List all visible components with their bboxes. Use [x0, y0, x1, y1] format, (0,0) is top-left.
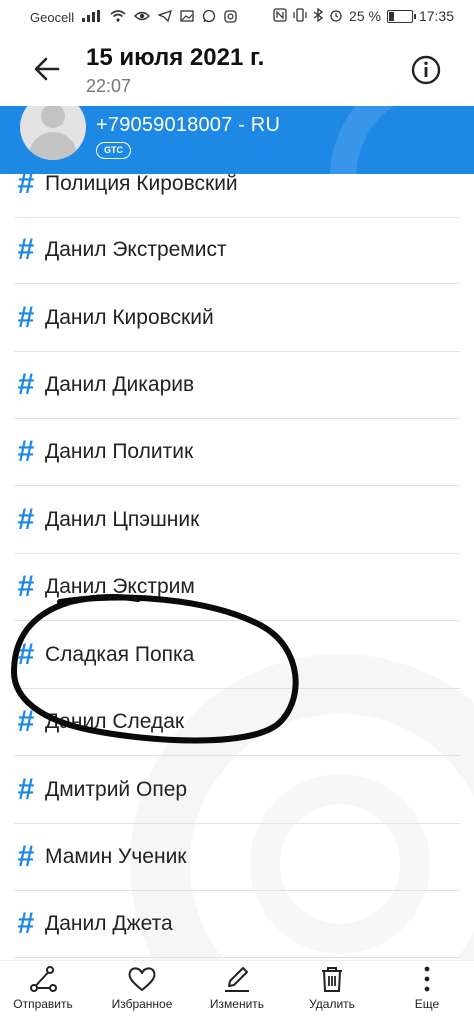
list-item-label: Дмитрий Опер [45, 777, 188, 801]
nfc-icon [273, 8, 287, 24]
list-item-label: Мамин Ученик [45, 844, 187, 868]
battery-icon [386, 9, 416, 23]
watermark-logo [330, 106, 474, 174]
battery-percent: 25 % [349, 8, 381, 24]
hash-icon: # [17, 569, 35, 603]
bluetooth-icon [313, 7, 324, 24]
tag-list: # Полиция Кировский # Данил Экстремист #… [0, 174, 474, 960]
info-circle-icon [411, 55, 441, 85]
gallery-icon [180, 10, 194, 24]
info-button[interactable] [410, 54, 442, 86]
heart-icon [128, 967, 156, 991]
list-item[interactable]: # Мамин Ученик [14, 823, 460, 891]
favorite-button[interactable]: Избранное [97, 961, 187, 1027]
list-item-label: Данил Политик [45, 439, 194, 463]
list-item[interactable]: # Данил Экстрим [14, 553, 460, 621]
delete-button[interactable]: Удалить [287, 961, 377, 1027]
share-icon [30, 966, 57, 992]
list-item-label: Полиция Кировский [45, 174, 238, 195]
eye-icon [134, 10, 151, 24]
bottom-action-bar: Отправить Избранное Изменить Удалить Еще [0, 960, 474, 1027]
favorite-label: Избранное [111, 997, 173, 1011]
hash-icon: # [17, 839, 35, 873]
hash-icon: # [17, 434, 35, 468]
list-item-label: Данил Следак [45, 709, 185, 733]
arrow-left-icon [34, 57, 60, 81]
more-vertical-icon [424, 966, 430, 992]
send-button[interactable]: Отправить [0, 961, 88, 1027]
hash-icon: # [17, 772, 35, 806]
delete-label: Удалить [309, 997, 355, 1011]
send-label: Отправить [13, 997, 73, 1011]
wifi-icon [110, 10, 126, 24]
contact-banner: +79059018007 - RU GTC [0, 106, 474, 174]
clock: 17:35 [418, 8, 454, 24]
more-button[interactable]: Еще [382, 961, 472, 1027]
page-title: 15 июля 2021 г. [86, 44, 265, 71]
hash-icon: # [17, 367, 35, 401]
pencil-icon [225, 967, 249, 992]
hash-icon: # [17, 704, 35, 738]
list-item-label: Данил Цпэшник [45, 507, 200, 531]
telegram-icon [157, 9, 173, 24]
hash-icon: # [17, 232, 35, 266]
back-button[interactable] [30, 52, 64, 86]
avatar[interactable] [20, 106, 86, 160]
instagram-icon [224, 9, 237, 25]
list-item[interactable]: # Полиция Кировский [14, 174, 460, 218]
list-item-label: Данил Дикарив [45, 372, 195, 396]
list-item-label: Данил Джета [45, 911, 173, 935]
more-label: Еще [414, 997, 440, 1011]
list-item[interactable]: # Сладкая Попка [14, 621, 460, 689]
list-item-label: Данил Экстрим [45, 574, 195, 598]
list-item-label: Сладкая Попка [45, 642, 195, 666]
hash-icon: # [17, 637, 35, 671]
signal-icon [82, 10, 102, 24]
list-item[interactable]: # Данил Экстремист [14, 216, 460, 284]
trash-icon [322, 967, 342, 992]
list-item[interactable]: # Дмитрий Опер [14, 756, 460, 824]
status-bar: Geocell 25 % 17:35 [0, 0, 474, 34]
operator-badge: GTC [96, 142, 131, 159]
edit-label: Изменить [209, 997, 265, 1011]
contact-phone: +79059018007 - RU [96, 114, 281, 136]
hash-icon: # [17, 174, 35, 200]
page-subtitle: 22:07 [86, 76, 132, 96]
alarm-icon [329, 8, 343, 24]
whatsapp-icon [202, 9, 216, 25]
hash-icon: # [17, 502, 35, 536]
list-item[interactable]: # Данил Кировский [14, 284, 460, 352]
carrier-name: Geocell [30, 9, 75, 25]
edit-button[interactable]: Изменить [192, 961, 282, 1027]
list-item[interactable]: # Данил Следак [14, 688, 460, 756]
hash-icon: # [17, 300, 35, 334]
app-bar: 15 июля 2021 г. 22:07 [0, 34, 474, 106]
hash-icon: # [17, 906, 35, 940]
list-item[interactable]: # Данил Джета [14, 890, 460, 958]
list-item-label: Данил Экстремист [45, 237, 227, 261]
list-item[interactable]: # Данил Дикарив [14, 351, 460, 419]
vibrate-icon [293, 8, 307, 24]
list-item[interactable]: # Данил Политик [14, 418, 460, 486]
list-item-label: Данил Кировский [45, 305, 214, 329]
list-item[interactable]: # Данил Цпэшник [14, 486, 460, 554]
